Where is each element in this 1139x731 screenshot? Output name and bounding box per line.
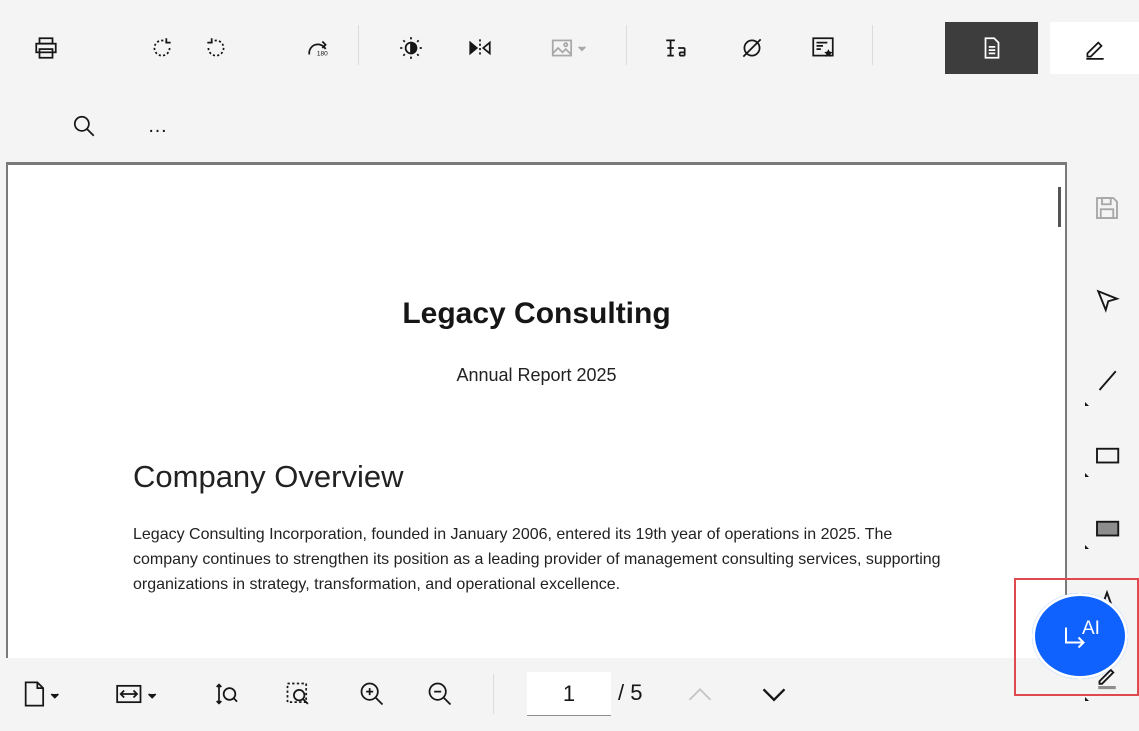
rotate-clockwise-icon (153, 38, 171, 57)
zoom-out-icon (428, 682, 452, 706)
line-tool-button[interactable] (1079, 352, 1135, 408)
rotate-counterclockwise-icon (207, 38, 225, 57)
document-subtitle: Annual Report 2025 (456, 365, 617, 385)
page-number-input[interactable]: 1 (527, 672, 611, 716)
svg-text:180: 180 (317, 51, 328, 58)
document-page[interactable]: Legacy Consulting Annual Report 2025 Com… (6, 162, 1067, 658)
bottom-divider (493, 674, 494, 714)
save-icon (1096, 197, 1118, 219)
image-adjust-dropdown[interactable] (537, 26, 601, 70)
toolbar-divider (872, 25, 873, 65)
previous-page-button[interactable] (678, 672, 722, 716)
hide-button[interactable] (730, 26, 774, 70)
more-options-button[interactable]: … (136, 104, 180, 148)
ai-button-label: AI (1082, 618, 1100, 639)
document-view-mode-button[interactable] (945, 22, 1038, 74)
line-tool-icon (1098, 370, 1117, 391)
fit-height-icon (216, 683, 238, 705)
next-page-button[interactable] (752, 672, 796, 716)
rotate-180-button[interactable]: 180 (296, 26, 340, 70)
zoom-selection-icon (286, 682, 309, 705)
select-pointer-icon (1096, 289, 1120, 313)
flip-horizontal-button[interactable] (458, 26, 502, 70)
bookmark-button[interactable] (801, 26, 845, 70)
filled-rect-submenu-indicator (1085, 545, 1089, 549)
search-icon (73, 115, 95, 137)
edit-annotate-icon (1085, 41, 1104, 60)
select-tool-button[interactable] (1079, 272, 1135, 328)
toolbar-divider (626, 25, 627, 65)
zoom-in-icon (360, 682, 384, 706)
page-layout-icon (24, 681, 59, 707)
document-view-icon (984, 37, 999, 59)
section-heading: Company Overview (133, 459, 404, 494)
rectangle-outline-icon (1096, 447, 1120, 464)
rectangle-filled-icon (1096, 520, 1120, 537)
chevron-down-icon (762, 688, 786, 702)
fit-height-button[interactable] (204, 672, 248, 716)
hide-icon (742, 38, 762, 58)
ai-assistant-button[interactable]: AI (1032, 593, 1128, 679)
rotate-clockwise-button[interactable] (140, 26, 184, 70)
text-size-icon (666, 39, 686, 57)
line-tool-submenu-indicator (1085, 402, 1089, 406)
more-options-label: … (147, 115, 169, 137)
pdf-viewer: 180 … Legacy Consulting Annual Report 20… (0, 0, 1139, 731)
print-button[interactable] (24, 26, 68, 70)
document-scrollbar[interactable] (1058, 187, 1061, 227)
search-button[interactable] (62, 104, 106, 148)
zoom-out-button[interactable] (418, 672, 462, 716)
zoom-to-selection-button[interactable] (276, 672, 320, 716)
page-layout-dropdown[interactable] (12, 672, 72, 716)
toolbar-divider (358, 25, 359, 65)
pen-tool-submenu-indicator (1085, 697, 1089, 701)
rotate-180-icon: 180 (308, 40, 328, 58)
rectangle-tool-submenu-indicator (1085, 473, 1089, 477)
image-dropdown-icon (551, 39, 586, 57)
zoom-in-button[interactable] (350, 672, 394, 716)
section-paragraph: Legacy Consulting Incorporation, founded… (133, 526, 941, 593)
save-button[interactable] (1079, 180, 1135, 236)
fit-width-icon (116, 684, 157, 704)
bookmark-star-icon (812, 37, 834, 57)
text-size-button[interactable] (654, 26, 698, 70)
page-total-label: / 5 (618, 680, 643, 705)
brightness-icon (400, 37, 422, 59)
annotate-mode-button[interactable] (1050, 22, 1139, 74)
printer-icon (35, 37, 57, 59)
document-title: Legacy Consulting (402, 297, 671, 330)
rotate-counterclockwise-button[interactable] (194, 26, 238, 70)
fit-width-dropdown[interactable] (104, 672, 170, 716)
brightness-button[interactable] (389, 26, 433, 70)
chevron-up-icon (688, 688, 712, 701)
flip-horizontal-icon (469, 39, 491, 57)
top-toolbar: 180 … (0, 0, 1139, 162)
bottom-navigation-bar: 1 / 5 (0, 658, 1069, 731)
